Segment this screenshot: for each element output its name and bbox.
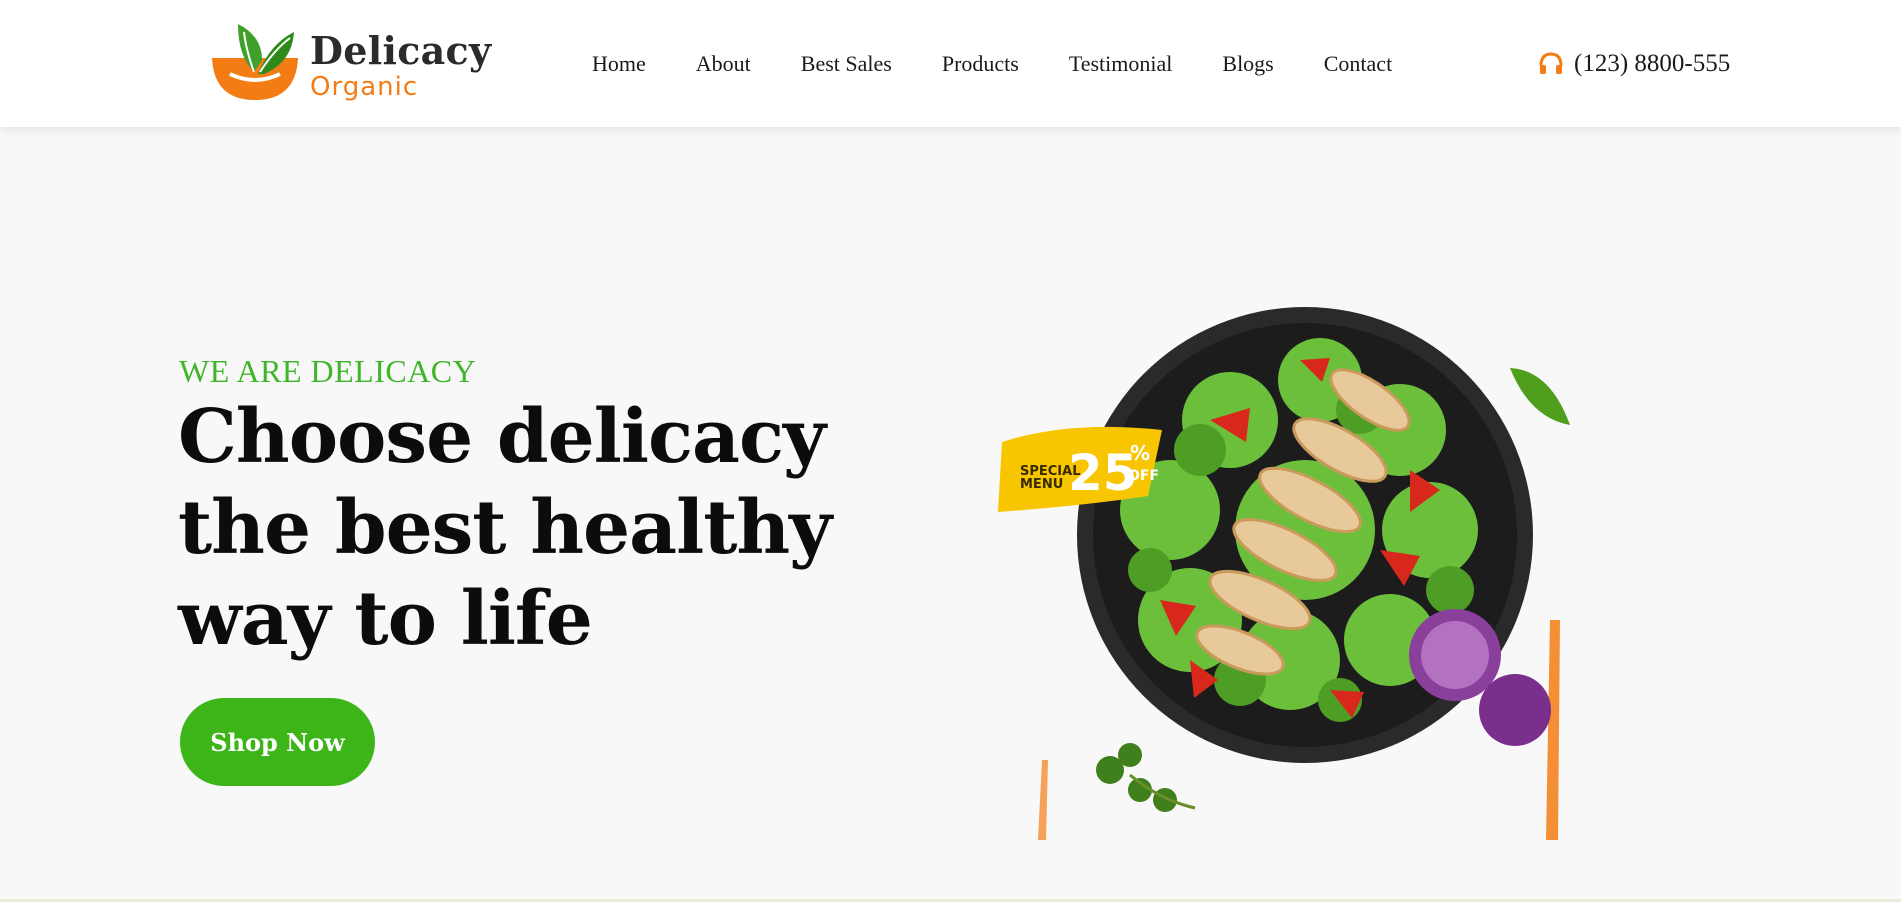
- nav-home[interactable]: Home: [592, 46, 646, 82]
- nav-testimonial[interactable]: Testimonial: [1069, 46, 1173, 82]
- headline-line-1: Choose delicacy: [178, 394, 826, 480]
- badge-menu: MENU: [1020, 477, 1063, 492]
- logo-name: Delicacy: [310, 28, 492, 73]
- shop-now-button[interactable]: Shop Now: [180, 698, 375, 786]
- nav-contact[interactable]: Contact: [1324, 46, 1392, 82]
- badge-percent: %: [1130, 441, 1150, 465]
- phone-contact[interactable]: (123) 8800-555: [1538, 46, 1730, 82]
- headphones-icon: [1539, 52, 1563, 74]
- phone-number: (123) 8800-555: [1574, 50, 1731, 77]
- nav-best-sales[interactable]: Best Sales: [801, 46, 892, 82]
- site-logo[interactable]: Delicacy Organic: [210, 14, 491, 104]
- nav-about[interactable]: About: [696, 46, 751, 82]
- badge-off: OFF: [1128, 468, 1159, 484]
- leaf-bowl-logo-icon: [212, 24, 298, 100]
- nav-products[interactable]: Products: [942, 46, 1019, 82]
- nav-blogs[interactable]: Blogs: [1222, 46, 1273, 82]
- logo-subtitle: Organic: [310, 72, 419, 102]
- main-nav: Home About Best Sales Products Testimoni…: [592, 46, 1392, 82]
- hero-eyebrow: WE ARE DELICACY: [179, 353, 477, 389]
- hero-headline: Choose delicacy the best healthy way to …: [178, 392, 832, 665]
- site-header: Delicacy Organic Home About Best Sales P…: [0, 0, 1901, 127]
- salad-plate-image: SPECIAL MENU 25 % OFF: [998, 307, 1570, 840]
- headline-line-3: way to life: [178, 576, 593, 662]
- headline-line-2: the best healthy: [178, 485, 832, 571]
- special-menu-badge: SPECIAL MENU 25 % OFF: [998, 426, 1162, 512]
